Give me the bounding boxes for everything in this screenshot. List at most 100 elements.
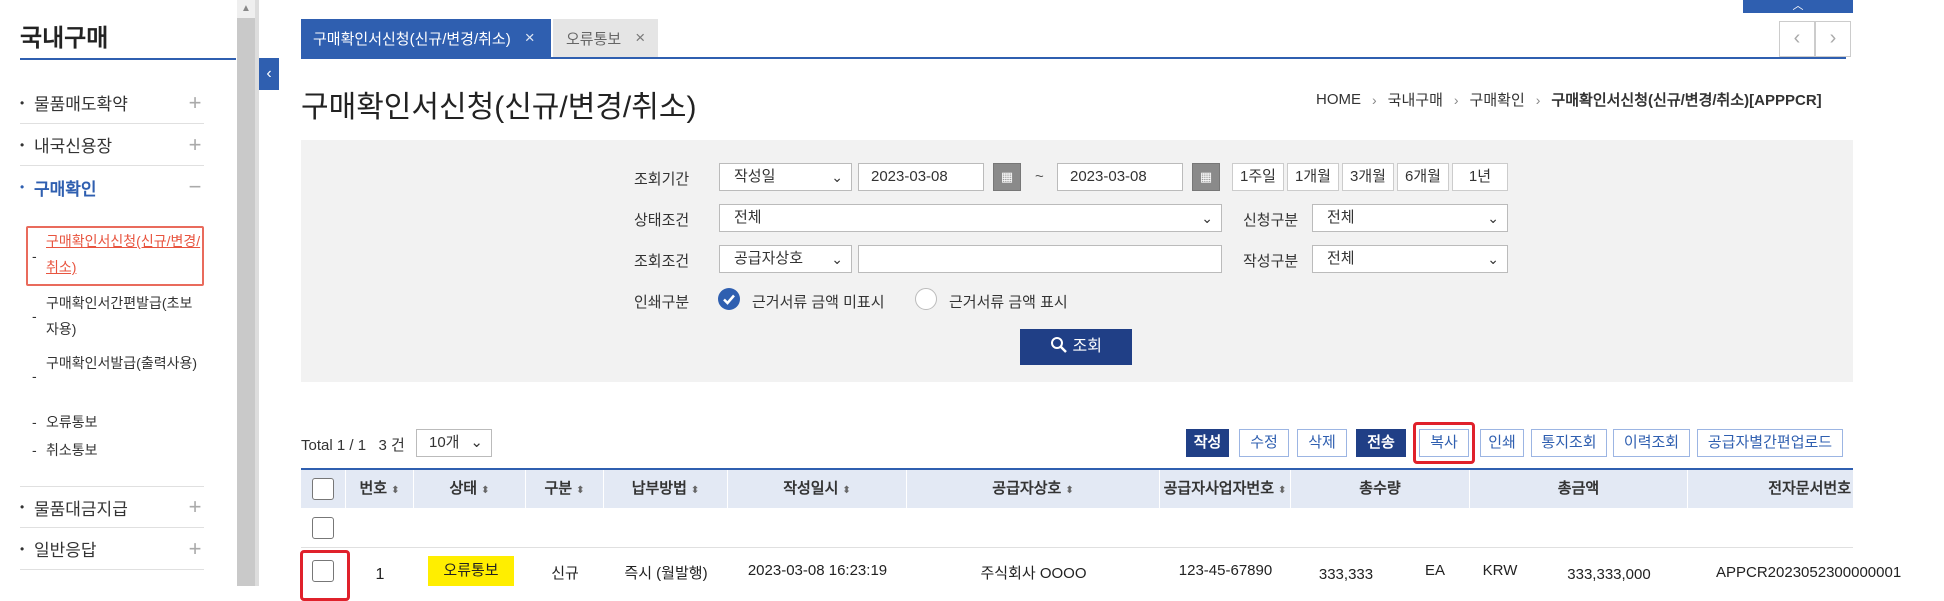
query-label: 조회조건	[634, 253, 690, 270]
cell-pay-method: 즉시 (월발행)	[624, 565, 708, 582]
row-checkbox[interactable]	[312, 517, 334, 539]
chevron-right-icon: ›	[1535, 91, 1541, 108]
tab-next-button[interactable]: ›	[1815, 21, 1851, 57]
sidebar-title-underline	[20, 58, 236, 60]
submenu-item-issue-print[interactable]: - 구매확인서발급(출력사용)	[32, 350, 204, 384]
col-header-biz-no[interactable]: 공급자사업자번호 ⬍	[1160, 470, 1291, 508]
breadcrumb-home[interactable]: HOME	[1316, 91, 1361, 108]
sidebar-title: 국내구매	[20, 25, 109, 52]
tab-prev-button[interactable]: ‹	[1779, 21, 1815, 57]
sidebar-item-goods-offer[interactable]: • 물품매도확약 +	[20, 82, 204, 124]
print-button[interactable]: 인쇄	[1480, 429, 1524, 457]
table-filter-row	[301, 508, 1853, 548]
chevron-right-icon: ›	[1453, 91, 1459, 108]
scroll-up-arrow-icon[interactable]: ▲	[237, 0, 255, 18]
search-button[interactable]: 조회	[1020, 329, 1132, 365]
status-badge: 오류통보	[428, 556, 514, 586]
period-1month-button[interactable]: 1개월	[1287, 163, 1339, 191]
scroll-top-button[interactable]: ︿	[1743, 0, 1853, 13]
status-select[interactable]: 전체 ⌄	[719, 204, 1222, 232]
page-size-select[interactable]: 10개 ⌄	[416, 429, 492, 457]
tab-error-notice[interactable]: 오류통보 ×	[553, 19, 658, 57]
sidebar-submenu: - 구매확인서신청(신규/변경/취소) - 구매확인서간편발급(초보자용) - …	[20, 216, 204, 486]
chevron-down-icon: ⌄	[831, 251, 843, 267]
period-1year-button[interactable]: 1년	[1452, 163, 1508, 191]
tab-purchase-confirm-apply[interactable]: 구매확인서신청(신규/변경/취소) ×	[301, 19, 551, 57]
period-6month-button[interactable]: 6개월	[1397, 163, 1449, 191]
submenu-item-simple-issue[interactable]: - 구매확인서간편발급(초보자용)	[32, 290, 204, 342]
period-type-select[interactable]: 작성일 ⌄	[719, 163, 852, 191]
supplier-upload-button[interactable]: 공급자별간편업로드	[1697, 429, 1843, 457]
sidebar-item-purchase-confirm[interactable]: • 구매확인 −	[20, 166, 204, 208]
cell-currency: KRW	[1482, 562, 1518, 579]
sidebar-scrollbar[interactable]	[237, 0, 255, 586]
calendar-icon[interactable]: ▦	[993, 163, 1021, 191]
calendar-icon[interactable]: ▦	[1192, 163, 1220, 191]
select-all-checkbox[interactable]	[312, 478, 334, 500]
chevron-down-icon: ⌄	[470, 434, 483, 451]
history-query-button[interactable]: 이력조회	[1613, 429, 1690, 457]
sort-icon: ⬍	[1278, 485, 1287, 496]
tab-close-icon[interactable]: ×	[635, 28, 645, 48]
sidebar-collapse-button[interactable]: ‹	[259, 58, 279, 90]
expand-icon: +	[188, 535, 202, 561]
sidebar-item-general-response[interactable]: • 일반응답 +	[20, 528, 204, 570]
submenu-item-label: 구매확인서신청(신규/변경/취소)	[46, 233, 201, 275]
col-header-no[interactable]: 번호 ⬍	[346, 470, 414, 508]
sort-icon: ⬍	[842, 485, 851, 496]
submenu-item-label: 취소통보	[46, 442, 98, 458]
cell-amount: 333,333,000	[1567, 566, 1651, 583]
breadcrumb-current: 구매확인서신청(신규/변경/취소)[APPPCR]	[1551, 92, 1822, 109]
query-input[interactable]	[858, 245, 1222, 273]
search-icon	[1051, 337, 1067, 353]
send-button[interactable]: 전송	[1356, 429, 1406, 457]
submenu-item-cancel-notice[interactable]: - 취소통보	[32, 436, 204, 464]
query-type-select[interactable]: 공급자상호 ⌄	[719, 245, 852, 273]
chevron-down-icon: ⌄	[1487, 210, 1499, 226]
date-from-input[interactable]: 2023-03-08	[858, 163, 984, 191]
sidebar-item-goods-payment[interactable]: • 물품대금지급 +	[20, 486, 204, 528]
chevron-down-icon: ⌄	[1201, 210, 1213, 226]
submenu-item-error-notice[interactable]: - 오류통보	[32, 408, 204, 436]
chevron-down-icon: ⌄	[831, 169, 843, 185]
delete-button[interactable]: 삭제	[1297, 429, 1347, 457]
date-to-input[interactable]: 2023-03-08	[1057, 163, 1183, 191]
period-1week-button[interactable]: 1주일	[1232, 163, 1284, 191]
write-button[interactable]: 작성	[1186, 429, 1229, 457]
cell-date: 2023-03-08 16:23:19	[747, 562, 888, 579]
write-type-select[interactable]: 전체 ⌄	[1312, 245, 1508, 273]
sort-icon: ⬍	[690, 485, 700, 496]
notice-query-button[interactable]: 통지조회	[1531, 429, 1607, 457]
sort-icon: ⬍	[576, 485, 585, 496]
col-header-pay-method[interactable]: 납부방법 ⬍	[604, 470, 728, 508]
submenu-item-label: 오류통보	[46, 414, 98, 430]
breadcrumb-item[interactable]: 구매확인	[1470, 89, 1525, 110]
period-3month-button[interactable]: 3개월	[1342, 163, 1394, 191]
sidebar-item-label: 내국신용장	[34, 137, 113, 156]
breadcrumb-item[interactable]: 국내구매	[1388, 89, 1443, 110]
cell-unit: EA	[1424, 562, 1445, 579]
col-header-supplier[interactable]: 공급자상호 ⬍	[907, 470, 1160, 508]
expand-icon: +	[188, 89, 202, 115]
sidebar-item-label: 물품대금지급	[34, 499, 128, 519]
sidebar-item-label: 물품매도확약	[34, 95, 128, 114]
row-checkbox-highlight	[300, 550, 350, 601]
col-header-date[interactable]: 작성일시 ⬍	[728, 470, 907, 508]
sidebar-item-local-lc[interactable]: • 내국신용장 +	[20, 124, 204, 166]
table-header: 번호 ⬍ 상태 ⬍ 구분 ⬍ 납부방법 ⬍ 작성일시 ⬍ 공급자상호 ⬍ 공급자사업자번호 ⬍…	[301, 468, 1853, 508]
cell-type: 신규	[551, 565, 579, 582]
tab-close-icon[interactable]: ×	[525, 28, 535, 48]
submenu-item-apply[interactable]: - 구매확인서신청(신규/변경/취소)	[26, 226, 204, 286]
radio-hide-amount[interactable]	[718, 288, 740, 310]
col-header-status[interactable]: 상태 ⬍	[414, 470, 526, 508]
apply-type-select[interactable]: 전체 ⌄	[1312, 204, 1508, 232]
search-button-label: 조회	[1072, 338, 1102, 355]
radio-show-amount[interactable]	[915, 288, 937, 310]
edit-button[interactable]: 수정	[1239, 429, 1289, 457]
write-type-label: 작성구분	[1243, 253, 1299, 270]
radio-hide-amount-label: 근거서류 금액 미표시	[752, 294, 885, 311]
cell-supplier: 주식회사 OOOO	[980, 565, 1087, 582]
total-count: Total 1 / 1 3 건	[301, 437, 405, 454]
chevron-down-icon: ⌄	[1487, 251, 1499, 267]
col-header-type[interactable]: 구분 ⬍	[526, 470, 604, 508]
